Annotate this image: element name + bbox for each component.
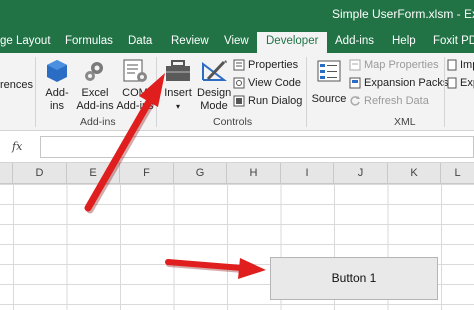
xml-group-label: XML bbox=[394, 116, 416, 128]
tab-help[interactable]: Help bbox=[392, 32, 416, 53]
ribbon: rences Add- ins Excel Add-ins COM Add-in… bbox=[0, 53, 474, 131]
export-button[interactable]: Exp bbox=[447, 75, 474, 91]
source-button[interactable]: Source bbox=[311, 59, 347, 106]
design-mode-icon bbox=[202, 60, 227, 81]
tab-view[interactable]: View bbox=[224, 32, 249, 53]
refresh-data-label: Refresh Data bbox=[364, 95, 429, 107]
source-label: Source bbox=[311, 93, 347, 105]
excel-add-ins-button[interactable]: Excel Add-ins bbox=[76, 59, 114, 113]
export-label: Exp bbox=[460, 77, 474, 89]
document-title: Simple UserForm.xlsm - Excel bbox=[332, 7, 474, 21]
import-icon bbox=[447, 59, 457, 71]
design-mode-label-2: Mode bbox=[200, 100, 228, 112]
column-header-g[interactable]: G bbox=[174, 163, 227, 184]
add-ins-icon bbox=[47, 60, 67, 82]
group-separator bbox=[35, 57, 36, 127]
column-header-i[interactable]: I bbox=[281, 163, 334, 184]
column-headers: D E F G H I J K L bbox=[0, 163, 474, 184]
expansion-packs-label: Expansion Packs bbox=[364, 77, 449, 89]
run-dialog-button[interactable]: Run Dialog bbox=[233, 93, 302, 109]
add-ins-label-1: Add- bbox=[45, 87, 69, 99]
column-header-k[interactable]: K bbox=[388, 163, 441, 184]
tab-formulas[interactable]: Formulas bbox=[65, 32, 113, 53]
form-control-button[interactable]: Button 1 bbox=[270, 257, 438, 300]
excel-add-ins-label-1: Excel bbox=[81, 87, 109, 99]
add-ins-label-2: ins bbox=[49, 100, 65, 112]
properties-label: Properties bbox=[248, 59, 299, 71]
column-header-j[interactable]: J bbox=[334, 163, 388, 184]
properties-button[interactable]: Properties bbox=[233, 57, 298, 73]
controls-group-label: Controls bbox=[213, 116, 253, 128]
import-label: Imp bbox=[460, 59, 474, 71]
group-separator bbox=[156, 57, 157, 127]
design-mode-label-1: Design bbox=[197, 87, 232, 99]
export-icon bbox=[447, 77, 457, 89]
import-button[interactable]: Imp bbox=[447, 57, 474, 73]
gear-icon bbox=[85, 62, 103, 81]
tab-page-layout[interactable]: ge Layout bbox=[0, 32, 51, 53]
view-code-label: View Code bbox=[248, 77, 301, 89]
insert-control-button[interactable]: Insert ▾ bbox=[161, 59, 195, 113]
com-add-ins-button[interactable]: COM Add-ins bbox=[116, 59, 154, 113]
com-add-ins-label-1: COM bbox=[122, 87, 148, 99]
column-header-d[interactable]: D bbox=[13, 163, 67, 184]
tab-foxit-pdf[interactable]: Foxit PDF bbox=[433, 32, 474, 53]
refresh-data-button[interactable]: Refresh Data bbox=[349, 93, 429, 109]
corner-cell[interactable] bbox=[0, 163, 13, 184]
expansion-packs-button[interactable]: Expansion Packs bbox=[349, 75, 448, 91]
ribbon-tab-bar: ge Layout Formulas Data Review View Deve… bbox=[0, 28, 474, 53]
run-dialog-label: Run Dialog bbox=[248, 95, 303, 107]
view-code-button[interactable]: View Code bbox=[233, 75, 301, 91]
insert-label: Insert bbox=[164, 87, 192, 99]
excel-add-ins-label-2: Add-ins bbox=[76, 100, 114, 112]
tab-review[interactable]: Review bbox=[171, 32, 209, 53]
chevron-down-icon: ▾ bbox=[175, 102, 180, 111]
group-separator bbox=[306, 57, 307, 127]
design-mode-button[interactable]: Design Mode bbox=[197, 59, 231, 113]
formula-input[interactable] bbox=[40, 136, 474, 158]
source-icon bbox=[317, 60, 341, 82]
map-properties-icon bbox=[349, 59, 361, 71]
expansion-packs-icon bbox=[349, 77, 361, 89]
formula-bar: fx bbox=[0, 131, 474, 163]
column-header-e[interactable]: E bbox=[67, 163, 120, 184]
toolbox-icon bbox=[166, 60, 190, 81]
column-header-l[interactable]: L bbox=[441, 163, 474, 184]
fx-icon[interactable]: fx bbox=[12, 140, 22, 153]
tab-developer[interactable]: Developer bbox=[257, 32, 328, 53]
tab-add-ins[interactable]: Add-ins bbox=[335, 32, 374, 53]
clipped-references-button[interactable]: rences bbox=[0, 77, 33, 93]
title-bar: Simple UserForm.xlsm - Excel bbox=[0, 0, 474, 28]
add-ins-button[interactable]: Add- ins bbox=[41, 59, 73, 113]
com-add-ins-icon bbox=[123, 59, 147, 82]
map-properties-button[interactable]: Map Properties bbox=[349, 57, 439, 73]
properties-icon bbox=[233, 59, 245, 71]
run-dialog-icon bbox=[233, 95, 245, 107]
map-properties-label: Map Properties bbox=[364, 59, 439, 71]
group-separator bbox=[444, 57, 445, 127]
column-header-h[interactable]: H bbox=[227, 163, 281, 184]
com-add-ins-label-2: Add-ins bbox=[116, 100, 154, 112]
refresh-icon bbox=[350, 96, 360, 106]
tab-data[interactable]: Data bbox=[128, 32, 152, 53]
column-header-f[interactable]: F bbox=[120, 163, 174, 184]
view-code-icon bbox=[233, 77, 245, 89]
add-ins-group-label: Add-ins bbox=[80, 116, 116, 128]
